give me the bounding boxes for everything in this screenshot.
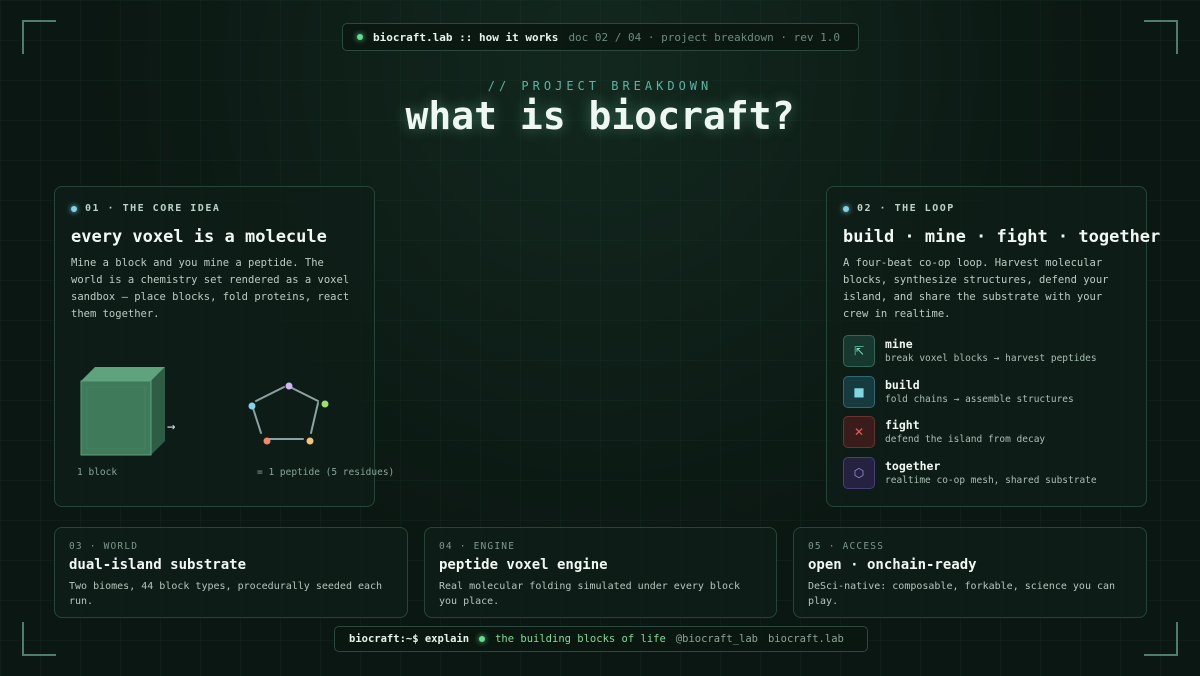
bottom-terminal-bar: biocraft:~$ explain the building blocks … xyxy=(334,626,868,652)
feature-body: DeSci-native: composable, forkable, scie… xyxy=(808,581,1116,607)
loop-item-name: mine xyxy=(885,337,913,351)
loop-item-name: together xyxy=(885,458,941,473)
loop-item-fight: ✕ fight defend the island from decay xyxy=(843,416,1138,457)
loop-body: A four-beat co-op loop. Harvest molecula… xyxy=(843,257,1109,320)
loop-item-desc: fold chains → assemble structures xyxy=(885,393,1074,405)
site-link[interactable]: biocraft.lab xyxy=(768,633,844,645)
feature-tag: 04 · ENGINE xyxy=(439,541,516,552)
loop-item-name: build xyxy=(885,377,920,392)
feature-tag: 05 · ACCESS xyxy=(808,541,885,552)
frame-corner-bottom-left xyxy=(22,622,56,656)
core-idea-card: 01 · THE CORE IDEA every voxel is a mole… xyxy=(54,186,394,507)
core-idea-tag: 01 · THE CORE IDEA xyxy=(71,203,220,214)
core-idea-body: Mine a block and you mine a peptide. The… xyxy=(71,257,350,320)
feature-title: open · onchain-ready xyxy=(808,557,977,573)
loop-tag-label: 02 · THE LOOP xyxy=(857,203,955,214)
loop-item-build: ■ build fold chains → assemble structure… xyxy=(843,375,1138,417)
swords-icon: ✕ xyxy=(843,416,875,448)
feature-card-engine: 04 · ENGINE peptide voxel engine Real mo… xyxy=(424,527,777,618)
pickaxe-icon: ⇱ xyxy=(843,335,875,367)
frame-corner-top-right xyxy=(1144,20,1178,54)
loop-item-together: ⬡ together realtime co-op mesh, shared s… xyxy=(843,456,1138,498)
top-status-bar: biocraft.lab :: how it works doc 02 / 04… xyxy=(342,23,859,51)
status-dot-icon xyxy=(479,636,486,642)
feature-card-access: 05 · ACCESS open · onchain-ready DeSci-n… xyxy=(793,527,1147,618)
loop-item-desc: break voxel blocks → harvest peptides xyxy=(885,353,1097,364)
frame-corner-top-left xyxy=(22,20,56,54)
caption-block: 1 block xyxy=(77,467,118,478)
feature-title: peptide voxel engine xyxy=(439,557,608,573)
loop-title: build · mine · fight · together xyxy=(843,227,1161,247)
loop-item-desc: defend the island from decay xyxy=(885,434,1046,445)
loop-item-desc: realtime co-op mesh, shared substrate xyxy=(885,474,1097,486)
loop-list: ⇱ mine break voxel blocks → harvest pept… xyxy=(843,335,1138,497)
page-title: what is biocraft? xyxy=(405,94,795,138)
hexagon-icon: ⬡ xyxy=(843,456,875,489)
loop-item-name: fight xyxy=(885,418,920,432)
caption-peptide: = 1 peptide (5 residues) xyxy=(257,467,395,478)
feature-body: Real molecular folding simulated under e… xyxy=(439,581,741,607)
core-idea-title: every voxel is a molecule xyxy=(71,227,327,247)
voxel-cube-icon xyxy=(80,367,165,456)
status-dot-icon xyxy=(357,34,363,40)
terminal-prompt: biocraft:~$ explain xyxy=(349,633,470,645)
loop-item-mine: ⇱ mine break voxel blocks → harvest pept… xyxy=(843,335,1138,376)
hero-eyebrow: // PROJECT BREAKDOWN xyxy=(487,79,713,93)
topbar-meta: doc 02 / 04 · project breakdown · rev 1.… xyxy=(568,30,840,44)
topbar-brand: biocraft.lab :: how it works xyxy=(373,30,559,44)
feature-tag: 03 · WORLD xyxy=(69,541,139,552)
loop-tag: 02 · THE LOOP xyxy=(843,203,955,214)
tag-dot-icon xyxy=(843,205,849,212)
feature-card-world: 03 · WORLD dual-island substrate Two bio… xyxy=(54,527,408,618)
core-idea-tag-label: 01 · THE CORE IDEA xyxy=(85,203,221,214)
block-icon: ■ xyxy=(843,375,875,408)
feature-body: Two biomes, 44 block types, procedurally… xyxy=(69,581,383,607)
transform-arrow-icon: → xyxy=(167,419,176,435)
peptide-chain-icon xyxy=(248,382,329,445)
loop-card: 02 · THE LOOP build · mine · fight · tog… xyxy=(826,186,1160,507)
tagline: the building blocks of life xyxy=(495,633,666,645)
tag-dot-icon xyxy=(71,205,77,212)
frame-corner-bottom-right xyxy=(1144,622,1178,656)
social-handle-link[interactable]: @biocraft_lab xyxy=(676,633,758,645)
feature-title: dual-island substrate xyxy=(69,557,247,573)
